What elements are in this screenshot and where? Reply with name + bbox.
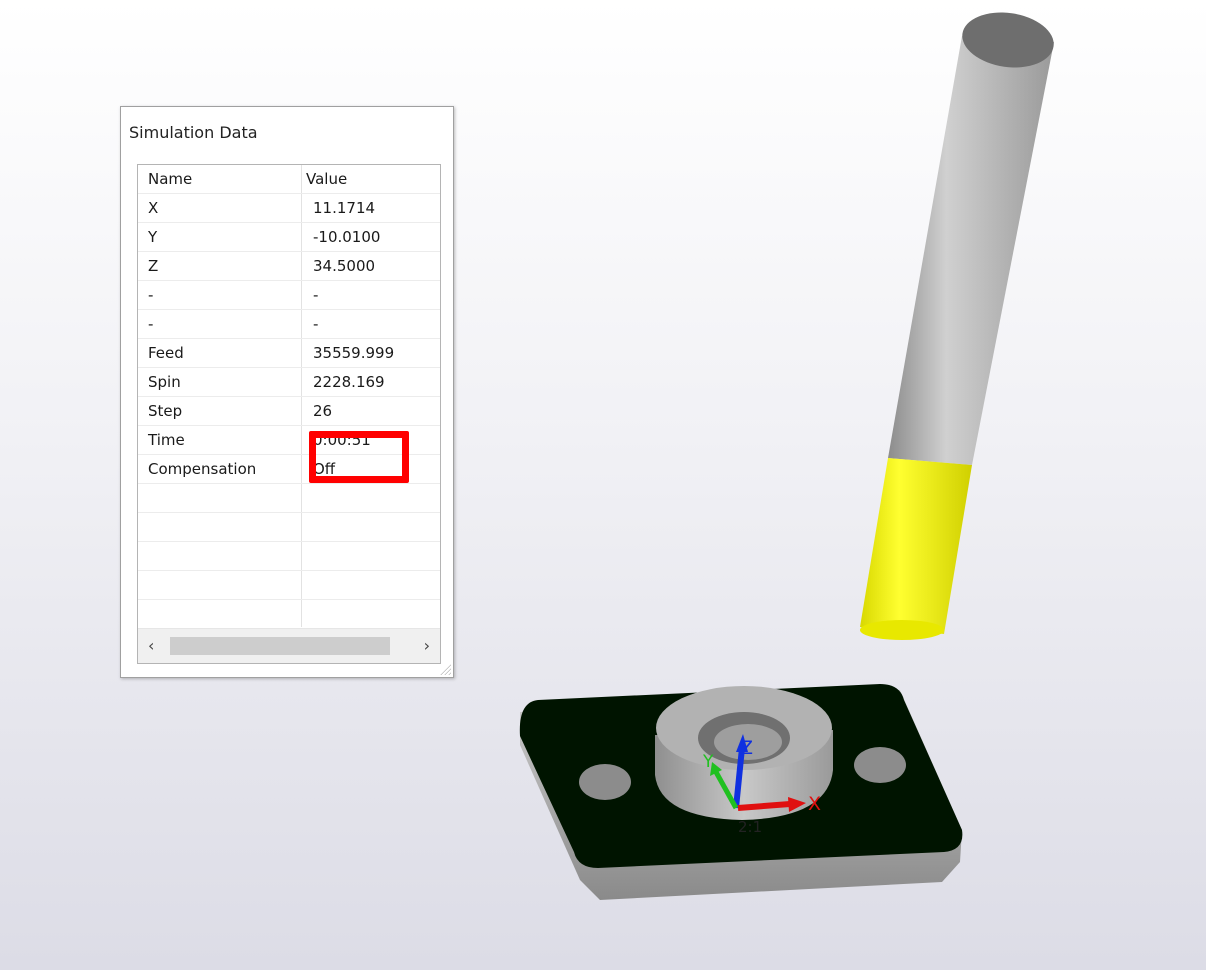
empty-row — [138, 571, 440, 600]
row-value: 26 — [313, 402, 333, 420]
table-row[interactable]: Step 26 — [138, 397, 440, 426]
panel-title: Simulation Data — [129, 123, 258, 142]
simulation-data-table[interactable]: Name Value X 11.1714 Y -10.0100 Z 34.500… — [137, 164, 441, 664]
row-name: X — [148, 199, 159, 217]
table-row[interactable]: X 11.1714 — [138, 194, 440, 223]
row-name: Step — [148, 402, 183, 420]
tool-tip — [860, 620, 944, 640]
row-name: Y — [148, 228, 158, 246]
header-name[interactable]: Name — [148, 170, 192, 188]
table-row[interactable]: Y -10.0100 — [138, 223, 440, 252]
workpiece-fixture[interactable] — [519, 684, 963, 900]
row-name: - — [148, 315, 154, 333]
horizontal-scrollbar[interactable]: ‹ › — [138, 628, 440, 663]
table-row[interactable]: Feed 35559.999 — [138, 339, 440, 368]
tool-flute — [860, 458, 972, 634]
row-value: - — [313, 315, 319, 333]
table-row[interactable]: Z 34.5000 — [138, 252, 440, 281]
row-value: 11.1714 — [313, 199, 376, 217]
cutting-tool[interactable] — [860, 7, 1057, 640]
row-name: - — [148, 286, 154, 304]
chevron-left-icon[interactable]: ‹ — [148, 636, 154, 655]
resize-grip-icon[interactable] — [439, 663, 451, 675]
table-row[interactable]: - - — [138, 281, 440, 310]
z-axis-label: Z — [740, 737, 753, 759]
row-value: 35559.999 — [313, 344, 395, 362]
fixture-hole-right — [854, 747, 906, 783]
tool-shank — [888, 36, 1054, 465]
simulation-data-panel[interactable]: Simulation Data Name Value X 11.1714 Y -… — [120, 106, 454, 678]
empty-row — [138, 484, 440, 513]
row-name: Time — [148, 431, 185, 449]
table-row[interactable]: - - — [138, 310, 440, 339]
table-header: Name Value — [138, 165, 440, 194]
row-value: -10.0100 — [313, 228, 381, 246]
header-value[interactable]: Value — [306, 170, 347, 188]
table-row[interactable]: Spin 2228.169 — [138, 368, 440, 397]
time-highlight-box — [309, 431, 409, 483]
row-name: Spin — [148, 373, 181, 391]
origin-label: 2:1 — [738, 818, 762, 836]
y-axis-label: Y — [702, 752, 714, 772]
row-name: Feed — [148, 344, 184, 362]
row-value: 34.5000 — [313, 257, 376, 275]
scrollbar-thumb[interactable] — [170, 637, 390, 655]
chevron-right-icon[interactable]: › — [424, 636, 430, 655]
row-value: 2228.169 — [313, 373, 385, 391]
empty-row — [138, 513, 440, 542]
x-axis-label: X — [808, 793, 821, 815]
empty-row — [138, 542, 440, 571]
fixture-hole-left — [579, 764, 631, 800]
row-name: Compensation — [148, 460, 257, 478]
x-axis-line — [737, 801, 791, 811]
row-name: Z — [148, 257, 159, 275]
row-value: - — [313, 286, 319, 304]
